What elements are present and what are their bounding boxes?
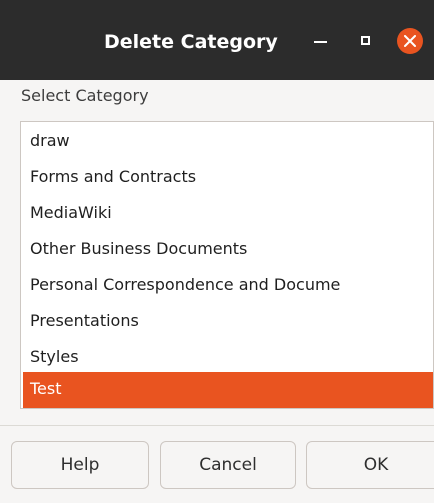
maximize-button[interactable] bbox=[353, 28, 379, 54]
cancel-button[interactable]: Cancel bbox=[160, 441, 296, 489]
list-item-selected[interactable]: Test bbox=[23, 372, 433, 408]
list-item[interactable]: Personal Correspondence and Docume bbox=[23, 268, 433, 304]
list-item[interactable]: Forms and Contracts bbox=[23, 160, 433, 196]
title-bar[interactable]: Delete Category bbox=[0, 0, 434, 80]
list-item[interactable]: draw bbox=[23, 124, 433, 160]
select-category-label: Select Category bbox=[21, 86, 149, 105]
list-item[interactable]: Other Business Documents bbox=[23, 232, 433, 268]
maximize-icon bbox=[361, 36, 370, 45]
list-item[interactable]: Styles bbox=[23, 340, 433, 376]
ok-button[interactable]: OK bbox=[306, 441, 434, 489]
category-list[interactable]: draw Forms and Contracts MediaWiki Other… bbox=[20, 121, 434, 409]
list-item[interactable]: Presentations bbox=[23, 304, 433, 340]
list-item[interactable]: MediaWiki bbox=[23, 196, 433, 232]
button-divider bbox=[0, 425, 434, 426]
close-button[interactable] bbox=[397, 28, 423, 54]
close-icon bbox=[404, 35, 416, 47]
minimize-icon bbox=[314, 41, 327, 43]
help-button[interactable]: Help bbox=[11, 441, 149, 489]
window-title: Delete Category bbox=[104, 31, 278, 53]
minimize-button[interactable] bbox=[308, 28, 334, 54]
delete-category-dialog: Delete Category Select Category draw For… bbox=[0, 0, 434, 503]
